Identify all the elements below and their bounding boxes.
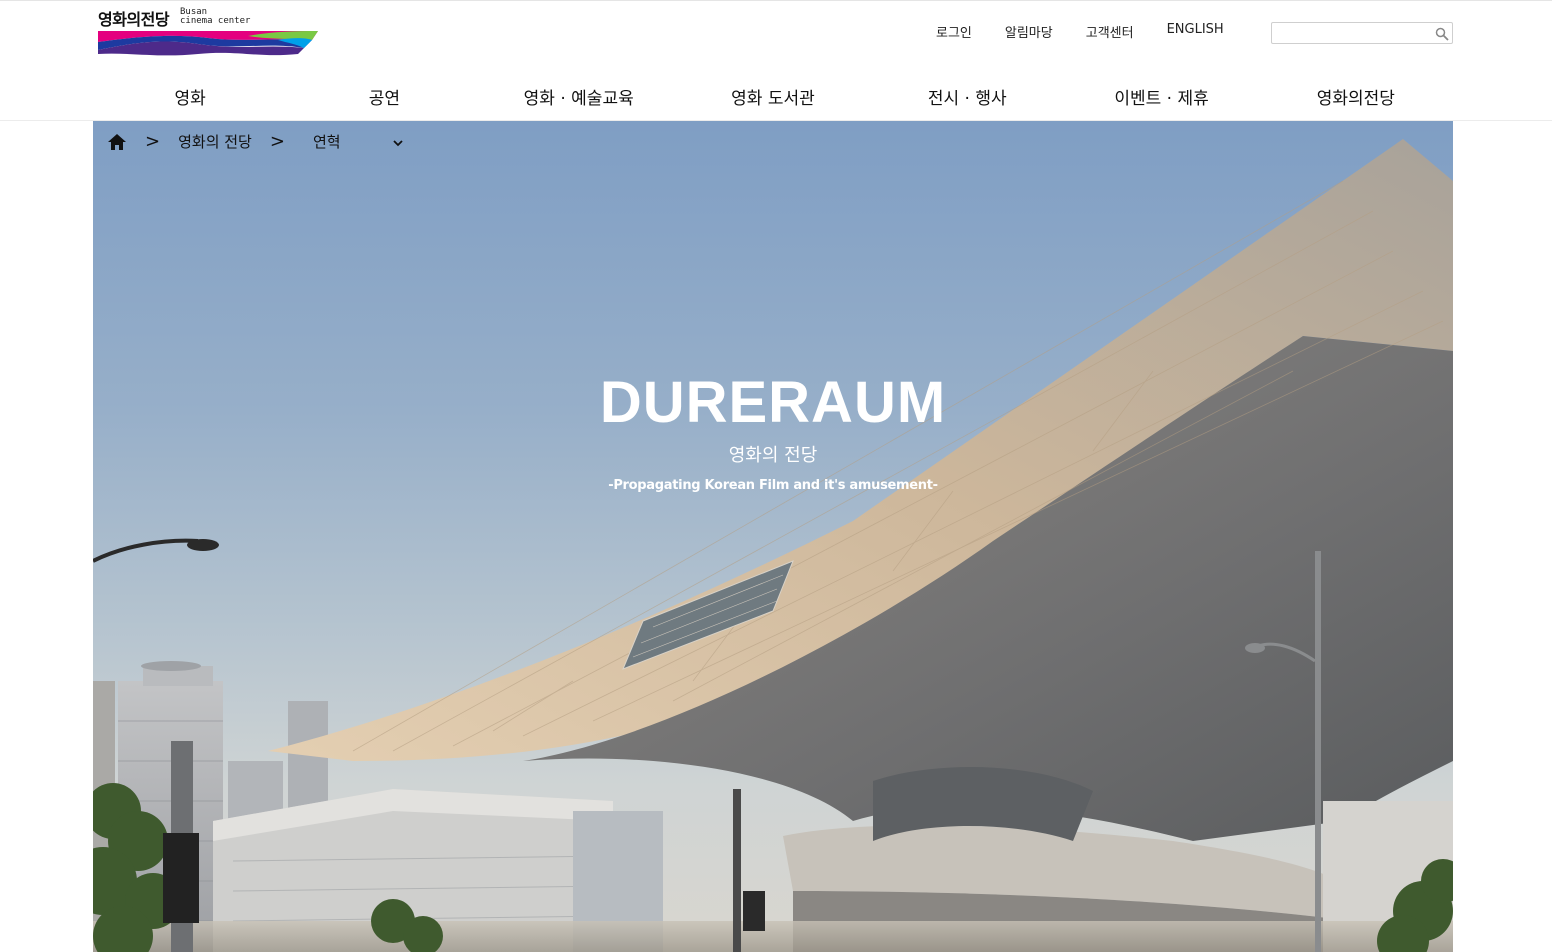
search-icon[interactable] (1435, 26, 1449, 41)
nav-about[interactable]: 영화의전당 (1259, 84, 1453, 109)
logo-name-ko: 영화의전당 (98, 10, 170, 29)
hero-title: DURERAUM (599, 370, 947, 435)
search-input[interactable] (1272, 24, 1427, 44)
login-link[interactable]: 로그인 (936, 22, 972, 41)
english-link[interactable]: ENGLISH (1167, 22, 1224, 41)
hero-subtitle: 영화의 전당 (728, 445, 818, 466)
logo-wave-mark (98, 31, 318, 56)
main-nav: 영화 공연 영화 · 예술교육 영화 도서관 전시 · 행사 이벤트 · 제휴 … (93, 84, 1453, 109)
nav-movie[interactable]: 영화 (93, 84, 287, 109)
logo-name-en: Busan cinema center (180, 7, 251, 26)
nav-library[interactable]: 영화 도서관 (676, 84, 870, 109)
nav-event[interactable]: 이벤트 · 제휴 (1064, 84, 1258, 109)
nav-exhibition[interactable]: 전시 · 행사 (870, 84, 1064, 109)
breadcrumb-separator: > (269, 131, 285, 152)
breadcrumb-current-dropdown[interactable]: 연혁 (303, 131, 403, 152)
hero-tagline: -Propagating Korean Film and it's amusem… (608, 478, 938, 493)
building-photo (93, 139, 1453, 952)
breadcrumb-section[interactable]: 영화의 전당 (178, 131, 252, 152)
chevron-down-icon (393, 133, 403, 151)
breadcrumb-separator: > (145, 131, 161, 152)
page: 영화의전당 Busan cinema center 로그인 알림마당 고객센터 E… (0, 0, 1552, 952)
breadcrumb-current: 연혁 (312, 133, 341, 151)
home-icon[interactable] (107, 133, 127, 151)
nav-performance[interactable]: 공연 (287, 84, 481, 109)
hero-banner: > 영화의 전당 > 연혁 DURERAUM 영화의 전당 -Propagati… (93, 121, 1453, 952)
customer-center-link[interactable]: 고객센터 (1086, 22, 1134, 41)
search-box (1271, 22, 1453, 44)
notice-link[interactable]: 알림마당 (1005, 22, 1053, 41)
utility-nav: 로그인 알림마당 고객센터 ENGLISH (936, 22, 1224, 41)
breadcrumb: > 영화의 전당 > 연혁 (107, 131, 403, 152)
site-logo[interactable]: 영화의전당 Busan cinema center (98, 6, 320, 58)
nav-education[interactable]: 영화 · 예술교육 (482, 84, 676, 109)
site-header: 영화의전당 Busan cinema center 로그인 알림마당 고객센터 E… (0, 0, 1552, 121)
